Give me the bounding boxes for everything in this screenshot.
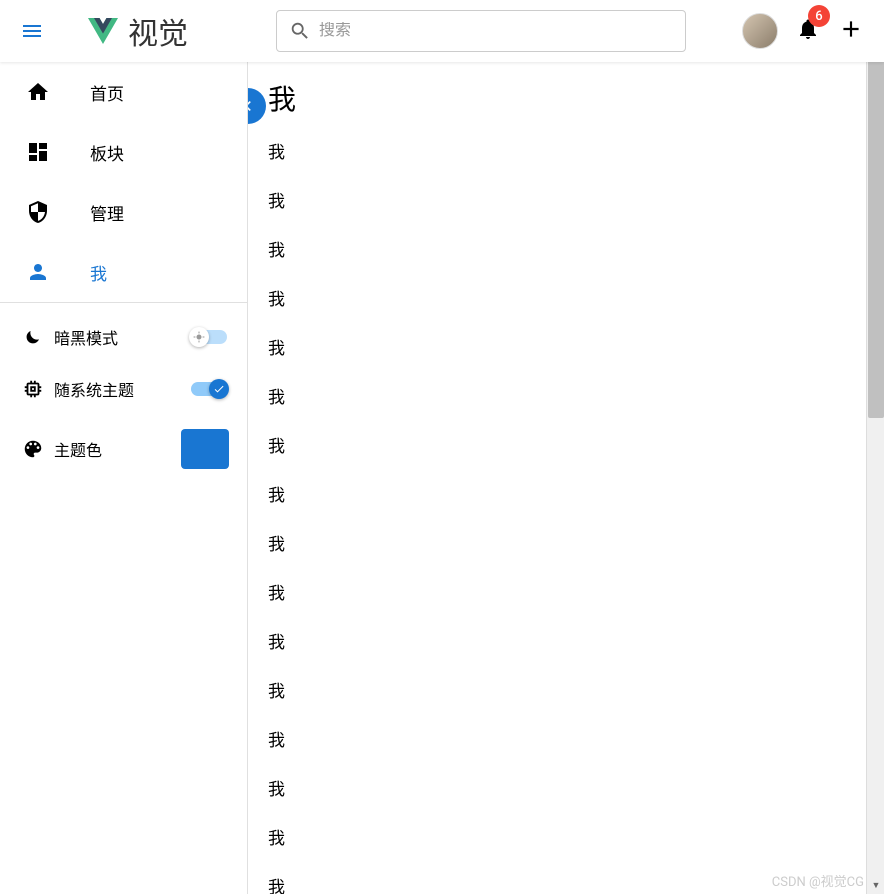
- chevron-left-icon: [248, 96, 258, 116]
- notifications-button[interactable]: 6: [796, 17, 820, 45]
- notification-badge: 6: [808, 5, 830, 27]
- sidebar-item-boards[interactable]: 板块: [0, 122, 247, 182]
- setting-label: 暗黑模式: [54, 325, 179, 349]
- check-icon: [213, 383, 225, 395]
- header-actions: 6: [742, 13, 872, 49]
- sidebar-item-me[interactable]: 我: [0, 242, 247, 302]
- setting-follow-system: 随系统主题: [0, 363, 247, 415]
- moon-icon: [22, 326, 44, 348]
- search-icon: [289, 20, 311, 42]
- sidebar-settings: 暗黑模式 随系统主题: [0, 303, 247, 483]
- content-list: 我我我我我我我我我我我我我我我我: [268, 126, 884, 894]
- dashboard-icon: [26, 140, 50, 164]
- menu-button[interactable]: [12, 11, 52, 51]
- sidebar-item-label: 板块: [90, 140, 124, 165]
- sidebar-item-home[interactable]: 首页: [0, 62, 247, 122]
- list-item: 我: [268, 371, 884, 420]
- follow-system-toggle[interactable]: [189, 378, 229, 400]
- list-item: 我: [268, 469, 884, 518]
- collapse-sidebar-button[interactable]: [248, 88, 266, 124]
- list-item: 我: [268, 224, 884, 273]
- sidebar-item-admin[interactable]: 管理: [0, 182, 247, 242]
- user-avatar[interactable]: [742, 13, 778, 49]
- body: 首页 板块 管理 我 暗黑模式: [0, 62, 884, 894]
- dark-mode-toggle[interactable]: [189, 326, 229, 348]
- person-icon: [26, 260, 50, 284]
- list-item: 我: [268, 518, 884, 567]
- list-item: 我: [268, 322, 884, 371]
- setting-dark-mode: 暗黑模式: [0, 311, 247, 363]
- list-item: 我: [268, 126, 884, 175]
- scrollbar-thumb[interactable]: [868, 18, 884, 418]
- app-title: 视觉: [128, 9, 188, 53]
- search-box[interactable]: [276, 10, 686, 52]
- theme-color-picker[interactable]: [181, 429, 229, 469]
- add-button[interactable]: [838, 16, 864, 46]
- list-item: 我: [268, 420, 884, 469]
- list-item: 我: [268, 763, 884, 812]
- plus-icon: [838, 16, 864, 42]
- setting-label: 随系统主题: [54, 377, 179, 401]
- app-header: 视觉 6: [0, 0, 884, 62]
- sidebar-item-label: 管理: [90, 200, 124, 225]
- search-input[interactable]: [319, 22, 673, 40]
- palette-icon: [22, 438, 44, 460]
- home-icon: [26, 80, 50, 104]
- list-item: 我: [268, 665, 884, 714]
- shield-icon: [26, 200, 50, 224]
- sidebar-item-label: 首页: [90, 80, 124, 105]
- chip-icon: [22, 378, 44, 400]
- list-item: 我: [268, 175, 884, 224]
- sun-icon: [193, 331, 205, 343]
- main-content: 我 我我我我我我我我我我我我我我我我: [248, 62, 884, 894]
- list-item: 我: [268, 714, 884, 763]
- list-item: 我: [268, 273, 884, 322]
- vue-logo-icon: [88, 16, 118, 46]
- setting-theme-color: 主题色: [0, 415, 247, 483]
- scrollbar[interactable]: ▲ ▼: [866, 0, 884, 894]
- sidebar: 首页 板块 管理 我 暗黑模式: [0, 62, 248, 894]
- page-title: 我: [268, 78, 884, 118]
- scroll-down-arrow[interactable]: ▼: [867, 876, 884, 894]
- sidebar-item-label: 我: [90, 260, 107, 285]
- list-item: 我: [268, 616, 884, 665]
- list-item: 我: [268, 812, 884, 861]
- list-item: 我: [268, 567, 884, 616]
- app-logo: 视觉: [88, 9, 188, 53]
- watermark: CSDN @视觉CG: [772, 871, 864, 890]
- hamburger-icon: [20, 19, 44, 43]
- setting-label: 主题色: [54, 437, 171, 461]
